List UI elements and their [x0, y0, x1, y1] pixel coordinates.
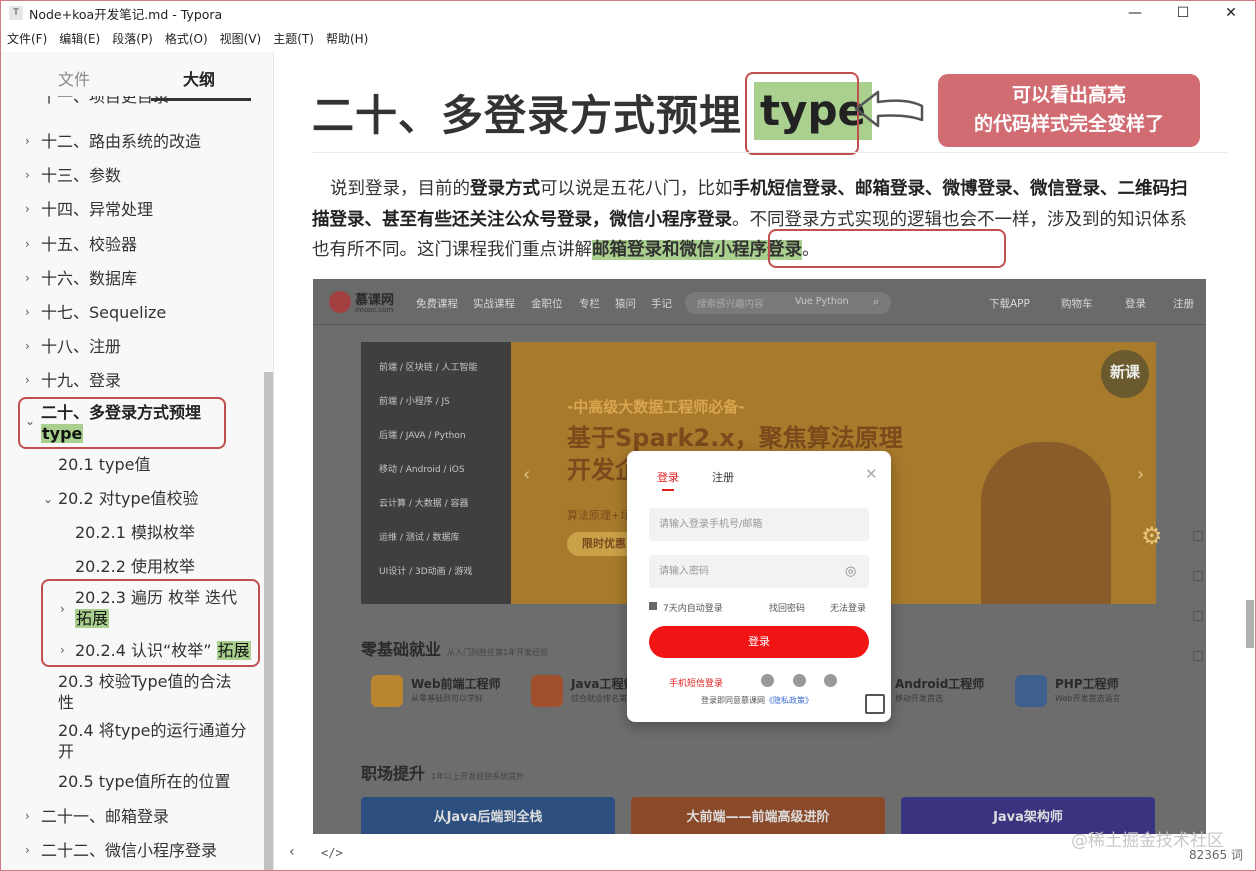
checkbox-icon — [649, 602, 657, 610]
window-controls: — ☐ ✕ — [1111, 1, 1255, 25]
embedded-screenshot: 慕课网 imooc.com 免费课程 实战课程 金职位 专栏 猿问 手记 搜索感… — [313, 279, 1206, 834]
source-code-mode-icon[interactable]: </> — [321, 846, 343, 860]
eye-off-icon: ◎ — [845, 564, 857, 579]
course-card: PHP工程师 Web开发首选语言 — [1015, 671, 1185, 711]
outline-item[interactable]: 十一、项目更目录 — [41, 96, 169, 108]
embedded-login-button: 登录 — [649, 626, 869, 658]
embedded-category-panel: 前端 / 区块链 / 人工智能 前端 / 小程序 / JS 后端 / JAVA … — [361, 342, 511, 604]
outline-item[interactable]: 十六、数据库 — [41, 268, 137, 289]
editor-scrollbar[interactable] — [1246, 600, 1254, 648]
menu-file[interactable]: 文件(F) — [1, 30, 53, 47]
chevron-right-icon[interactable]: › — [25, 271, 30, 285]
wechat-icon — [793, 674, 806, 687]
watermark: @稀土掘金技术社区 — [1071, 831, 1224, 851]
annotation-box — [41, 579, 260, 667]
qq-icon — [824, 674, 837, 687]
outline-item[interactable]: 十五、校验器 — [41, 234, 137, 255]
annotation-box — [745, 72, 859, 155]
embedded-nav-link: 金职位 — [531, 298, 563, 310]
outline-item[interactable]: 20.3 校验Type值的合法 性 — [58, 671, 231, 713]
heading-divider — [312, 152, 1227, 153]
outline-item[interactable]: 20.2.1 模拟枚举 — [75, 522, 195, 543]
embedded-nav-link: 免费课程 — [416, 298, 458, 310]
typora-app-icon: T — [9, 6, 23, 20]
html5-icon — [371, 675, 403, 707]
outline-item[interactable]: 20.1 type值 — [58, 454, 150, 475]
password-field: 请输入密码 — [649, 555, 869, 588]
imooc-logo-icon — [329, 291, 351, 313]
close-icon: ✕ — [865, 465, 878, 483]
menu-format[interactable]: 格式(O) — [159, 30, 214, 47]
chevron-right-icon[interactable]: › — [25, 373, 30, 387]
outline-tree: 十一、项目更目录 › 十二、路由系统的改造 › 十三、参数 › 十四、异常处理 … — [1, 52, 263, 870]
embedded-nav: 慕课网 imooc.com 免费课程 实战课程 金职位 专栏 猿问 手记 搜索感… — [313, 279, 1206, 325]
outline-item[interactable]: 20.2 对type值校验 — [58, 488, 198, 509]
php-icon — [1015, 675, 1047, 707]
outline-item[interactable]: 20.2.2 使用枚举 — [75, 556, 195, 577]
menu-bar: 文件(F) 编辑(E) 段落(P) 格式(O) 视图(V) 主题(T) 帮助(H… — [1, 27, 374, 49]
new-course-badge: 新课 — [1101, 350, 1149, 398]
search-icon: ⌕ — [873, 295, 880, 308]
body-paragraph: 说到登录，目前的登录方式可以说是五花八门，比如手机短信登录、邮箱登录、微博登录、… — [312, 179, 1188, 260]
embedded-nav-link: 猿问 — [615, 298, 636, 310]
sidebar-scrollbar[interactable] — [264, 372, 273, 870]
menu-help[interactable]: 帮助(H) — [320, 30, 374, 47]
outline-item[interactable]: 十八、注册 — [41, 336, 121, 357]
outline-item[interactable]: 20.5 type值所在的位置 — [58, 771, 230, 792]
annotation-box — [18, 397, 226, 449]
phone-email-field: 请输入登录手机号/邮箱 — [649, 508, 869, 541]
outline-item[interactable]: 20.4 将type的运行通道分 开 — [58, 720, 246, 762]
java-icon — [531, 675, 563, 707]
title-bar: T Node+koa开发笔记.md - Typora — ☐ ✕ — [1, 1, 1255, 25]
menu-view[interactable]: 视图(V) — [214, 30, 268, 47]
qr-code-icon — [865, 694, 885, 714]
embedded-nav-link: 实战课程 — [473, 298, 515, 310]
editor-content: 二十、多登录方式预埋 type 可以看出高亮 的代码样式完全变样了 说到登录，目… — [275, 52, 1243, 834]
outline-item[interactable]: 十七、Sequelize — [41, 302, 166, 323]
gear-icon: ⚙ — [1141, 522, 1163, 550]
chevron-right-icon[interactable]: › — [25, 134, 30, 148]
course-card: Web前端工程师 从零基础到可以学好 — [371, 671, 541, 711]
page-heading: 二十、多登录方式预埋 — [312, 91, 743, 140]
chevron-right-icon: › — [1137, 464, 1145, 485]
minimize-button[interactable]: — — [1111, 1, 1159, 25]
outline-item[interactable]: 十四、异常处理 — [41, 199, 153, 220]
maximize-button[interactable]: ☐ — [1159, 1, 1207, 25]
annotation-bubble: 可以看出高亮 的代码样式完全变样了 — [938, 74, 1200, 147]
menu-theme[interactable]: 主题(T) — [267, 30, 320, 47]
embedded-search: 搜索感兴趣内容 Vue Python ⌕ — [685, 292, 891, 314]
path-card: 大前端——前端高级进阶 — [631, 797, 885, 834]
chevron-right-icon[interactable]: › — [25, 843, 30, 857]
outline-item[interactable]: 十二、路由系统的改造 — [41, 131, 201, 152]
outline-item[interactable]: 十九、登录 — [41, 370, 121, 391]
chevron-down-icon[interactable]: ⌄ — [43, 492, 53, 506]
weibo-icon — [761, 674, 774, 687]
embedded-login-modal: 登录 注册 ✕ 请输入登录手机号/邮箱 请输入密码 ◎ 7天内自动登录 找回密码… — [627, 451, 891, 722]
annotation-box — [768, 229, 1006, 268]
embedded-nav-link: 手记 — [651, 298, 672, 310]
chevron-right-icon[interactable]: › — [25, 305, 30, 319]
person-illustration-icon — [981, 442, 1111, 604]
path-card: 从Java后端到全栈 — [361, 797, 615, 834]
toggle-sidebar-icon[interactable]: ‹ — [289, 844, 295, 860]
chevron-left-icon: ‹ — [523, 464, 531, 485]
chevron-right-icon[interactable]: › — [25, 168, 30, 182]
chevron-right-icon[interactable]: › — [25, 339, 30, 353]
annotation-arrow-icon — [854, 90, 924, 128]
sidebar: 文件 大纲 十一、项目更目录 › 十二、路由系统的改造 › 十三、参数 › 十四… — [1, 52, 274, 870]
chevron-right-icon[interactable]: › — [25, 237, 30, 251]
outline-item[interactable]: 十三、参数 — [41, 165, 121, 186]
embedded-nav-link: 专栏 — [579, 298, 600, 310]
chevron-right-icon[interactable]: › — [25, 809, 30, 823]
window-title: Node+koa开发笔记.md - Typora — [29, 6, 223, 22]
close-button[interactable]: ✕ — [1207, 1, 1255, 25]
menu-edit[interactable]: 编辑(E) — [53, 30, 106, 47]
outline-item[interactable]: 二十二、微信小程序登录 — [41, 840, 217, 861]
outline-item[interactable]: 二十一、邮箱登录 — [41, 806, 169, 827]
chevron-right-icon[interactable]: › — [25, 202, 30, 216]
menu-paragraph[interactable]: 段落(P) — [106, 30, 159, 47]
